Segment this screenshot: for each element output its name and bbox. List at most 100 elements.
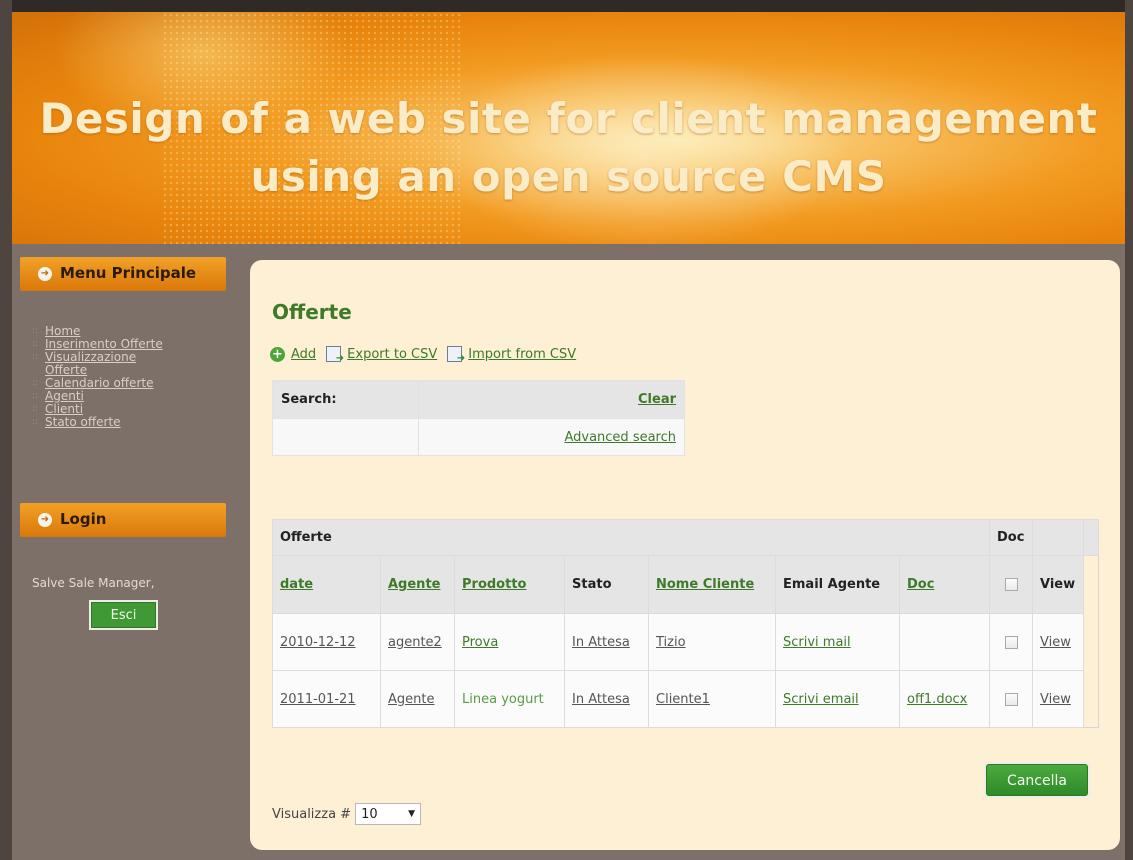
main-menu: Home Inserimento Offerte Visualizzazione… xyxy=(32,324,222,430)
logout-button[interactable]: Esci xyxy=(89,600,158,630)
col-prodotto[interactable]: Prodotto xyxy=(454,555,565,614)
date-link[interactable]: 2011-01-21 xyxy=(280,692,356,707)
page-size-label: Visualizza # xyxy=(272,806,352,822)
cancel-button-label[interactable]: Cancella xyxy=(986,764,1088,796)
view-link[interactable]: View xyxy=(1040,692,1071,707)
doc-group-header: Doc xyxy=(989,519,1033,556)
advanced-search-cell: Advanced search xyxy=(418,418,685,456)
add-action[interactable]: + Add xyxy=(270,346,316,362)
clear-search-link[interactable]: Clear xyxy=(638,392,676,407)
cliente-link[interactable]: Tizio xyxy=(656,635,686,650)
export-csv-link[interactable]: Export to CSV xyxy=(347,347,437,362)
doc-link[interactable]: off1.docx xyxy=(907,692,967,707)
sidebar-link[interactable]: Calendario offerte xyxy=(45,376,153,390)
left-border xyxy=(0,0,12,860)
sidebar-link[interactable]: Inserimento Offerte xyxy=(45,337,163,351)
cliente-cell[interactable]: Cliente1 xyxy=(648,670,776,728)
cliente-cell[interactable]: Tizio xyxy=(648,613,776,671)
col-agente[interactable]: Agente xyxy=(380,555,455,614)
stato-cell[interactable]: In Attesa xyxy=(564,613,649,671)
agente-cell[interactable]: Agente xyxy=(380,670,455,728)
email-link[interactable]: Scrivi mail xyxy=(783,635,851,650)
add-link[interactable]: Add xyxy=(291,347,316,362)
col-nome-cliente[interactable]: Nome Cliente xyxy=(648,555,776,614)
sidebar-link[interactable]: Clienti xyxy=(45,402,83,416)
table-row: 2011-01-21 Agente Linea yogurt In Attesa… xyxy=(272,670,1099,728)
email-cell[interactable]: Scrivi email xyxy=(775,670,900,728)
sidebar-item-visualizzazione-offerte[interactable]: VisualizzazioneOfferte xyxy=(32,351,222,377)
agente-link[interactable]: Agente xyxy=(388,692,434,707)
col-email-agente: Email Agente xyxy=(775,555,900,614)
page-size-value[interactable]: 10 xyxy=(361,807,378,822)
search-input-cell[interactable] xyxy=(272,418,419,456)
prodotto-cell[interactable]: Prova xyxy=(454,613,565,671)
stato-link[interactable]: In Attesa xyxy=(572,692,630,707)
view-link[interactable]: View xyxy=(1040,635,1071,650)
table-row: 2010-12-12 agente2 Prova In Attesa Tizio… xyxy=(272,613,1099,671)
import-csv-action[interactable]: Import from CSV xyxy=(447,346,576,364)
clear-cell: Clear xyxy=(418,380,685,419)
email-cell[interactable]: Scrivi mail xyxy=(775,613,900,671)
import-icon[interactable] xyxy=(447,346,465,364)
view-cell[interactable]: View xyxy=(1032,613,1084,671)
advanced-search-link[interactable]: Advanced search xyxy=(564,430,676,445)
email-link[interactable]: Scrivi email xyxy=(783,692,859,707)
import-csv-link[interactable]: Import from CSV xyxy=(468,347,576,362)
sidebar-link[interactable]: Visualizzazione xyxy=(45,350,136,364)
arrow-right-icon: ➜ xyxy=(38,513,52,527)
sort-agente-link[interactable]: Agente xyxy=(388,577,440,592)
site-title-line2: using an open source CMS xyxy=(250,152,887,201)
logout-button-label[interactable]: Esci xyxy=(91,602,156,628)
date-cell[interactable]: 2010-12-12 xyxy=(272,613,381,671)
doc-cell[interactable] xyxy=(899,613,990,671)
stato-link[interactable]: In Attesa xyxy=(572,635,630,650)
sidebar-item-stato-offerte[interactable]: Stato offerte xyxy=(32,415,222,430)
row-checkbox[interactable] xyxy=(1004,635,1018,649)
cliente-link[interactable]: Cliente1 xyxy=(656,692,710,707)
arrow-right-icon: ➜ xyxy=(38,267,52,281)
sidebar-link[interactable]: Offerte xyxy=(45,363,87,377)
sort-prodotto-link[interactable]: Prodotto xyxy=(462,577,526,592)
col-doc[interactable]: Doc xyxy=(899,555,990,614)
sidebar-link[interactable]: Home xyxy=(45,324,80,338)
select-all-cell[interactable] xyxy=(989,555,1033,614)
page-size-control: Visualizza # 10 ▼ xyxy=(272,803,422,825)
greeting-text: Salve Sale Manager, xyxy=(32,576,155,590)
sort-date-link[interactable]: date xyxy=(280,577,313,592)
sort-nome-cliente-link[interactable]: Nome Cliente xyxy=(656,577,754,592)
agente-link[interactable]: agente2 xyxy=(388,635,442,650)
row-select-cell[interactable] xyxy=(989,670,1033,728)
doc-cell[interactable]: off1.docx xyxy=(899,670,990,728)
header-banner: Design of a web site for client manageme… xyxy=(12,12,1125,244)
login-title: Login xyxy=(60,510,107,528)
right-border xyxy=(1125,0,1133,860)
row-checkbox[interactable] xyxy=(1004,692,1018,706)
prodotto-text: Linea yogurt xyxy=(462,691,544,707)
sort-doc-link[interactable]: Doc xyxy=(907,577,934,592)
search-label: Search: xyxy=(272,380,419,419)
date-link[interactable]: 2010-12-12 xyxy=(280,635,356,650)
col-view: View xyxy=(1032,555,1084,614)
sidebar-link[interactable]: Stato offerte xyxy=(45,415,121,429)
blank-group-header xyxy=(1082,519,1100,556)
prodotto-link[interactable]: Prova xyxy=(462,635,498,650)
agente-cell[interactable]: agente2 xyxy=(380,613,455,671)
add-icon[interactable]: + xyxy=(270,346,285,362)
date-cell[interactable]: 2011-01-21 xyxy=(272,670,381,728)
page-size-select[interactable]: 10 ▼ xyxy=(355,803,422,825)
action-bar: + Add Export to CSV Import from CSV xyxy=(270,344,586,364)
select-all-checkbox[interactable] xyxy=(1004,578,1018,591)
menu-principale-header: ➜ Menu Principale xyxy=(20,257,226,291)
row-select-cell[interactable] xyxy=(989,613,1033,671)
cancel-button[interactable]: Cancella xyxy=(984,762,1090,798)
site-title: Design of a web site for client manageme… xyxy=(12,90,1125,206)
col-date[interactable]: date xyxy=(272,555,381,614)
view-cell[interactable]: View xyxy=(1032,670,1084,728)
page-title: Offerte xyxy=(272,300,352,324)
export-csv-action[interactable]: Export to CSV xyxy=(326,346,437,364)
stato-cell[interactable]: In Attesa xyxy=(564,670,649,728)
export-icon[interactable] xyxy=(326,346,344,364)
chevron-down-icon[interactable]: ▼ xyxy=(408,809,415,819)
sidebar-link[interactable]: Agenti xyxy=(45,389,84,403)
site-title-line1: Design of a web site for client manageme… xyxy=(39,94,1098,143)
